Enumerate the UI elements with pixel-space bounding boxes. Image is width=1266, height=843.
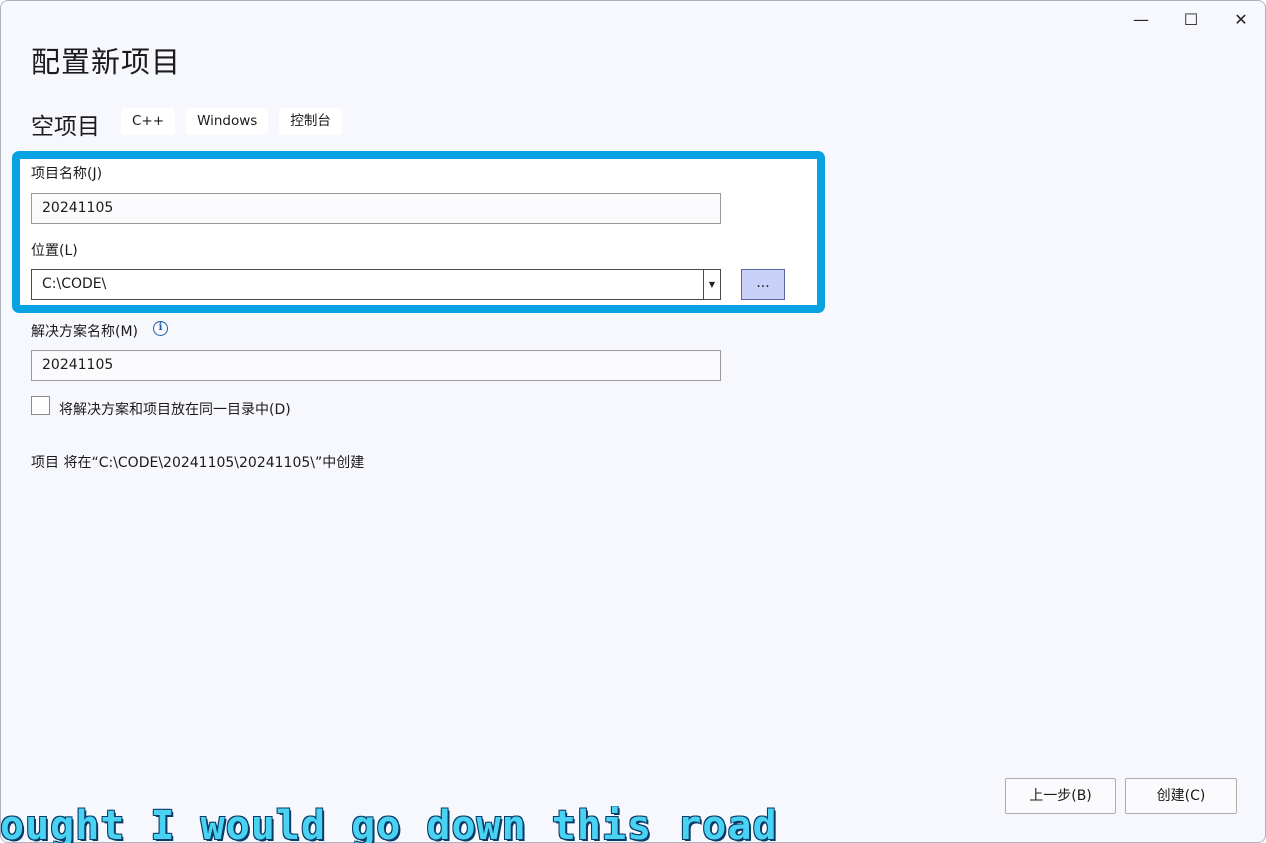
configure-project-window: — ☐ ✕ 配置新项目 空项目 C++ Windows 控制台 项目名称(J) … [0, 0, 1266, 843]
chevron-down-icon: ▼ [708, 280, 716, 289]
solution-name-input[interactable]: 20241105 [31, 350, 721, 381]
tag-language: C++ [121, 108, 176, 135]
tag-platform: Windows [186, 108, 269, 135]
project-type-title: 空项目 [31, 114, 100, 140]
caption-overlay: ought I would go down this road [0, 806, 778, 843]
solution-name-label: 解决方案名称(M) [31, 324, 139, 340]
same-directory-label[interactable]: 将解决方案和项目放在同一目录中(D) [59, 399, 291, 419]
project-tags: C++ Windows 控制台 [121, 108, 342, 135]
browse-button[interactable]: ... [741, 269, 785, 300]
maximize-icon: ☐ [1183, 10, 1199, 29]
tag-project-kind: 控制台 [279, 108, 342, 135]
location-label: 位置(L) [31, 243, 78, 259]
same-directory-checkbox[interactable] [31, 396, 50, 415]
maximize-button[interactable]: ☐ [1168, 7, 1214, 33]
project-name-input[interactable]: 20241105 [31, 193, 721, 224]
page-title: 配置新项目 [31, 45, 182, 79]
minimize-button[interactable]: — [1118, 7, 1164, 33]
close-icon: ✕ [1234, 10, 1248, 29]
close-button[interactable]: ✕ [1218, 7, 1264, 33]
location-combobox[interactable]: C:\CODE\ ▼ [31, 269, 721, 300]
minimize-icon: — [1133, 10, 1149, 29]
creation-path-text: 项目 将在“C:\CODE\20241105\20241105\”中创建 [31, 455, 365, 471]
info-icon[interactable]: i [153, 321, 168, 336]
location-value: C:\CODE\ [42, 276, 107, 292]
location-dropdown-button[interactable]: ▼ [703, 270, 720, 299]
project-name-label: 项目名称(J) [31, 166, 103, 182]
